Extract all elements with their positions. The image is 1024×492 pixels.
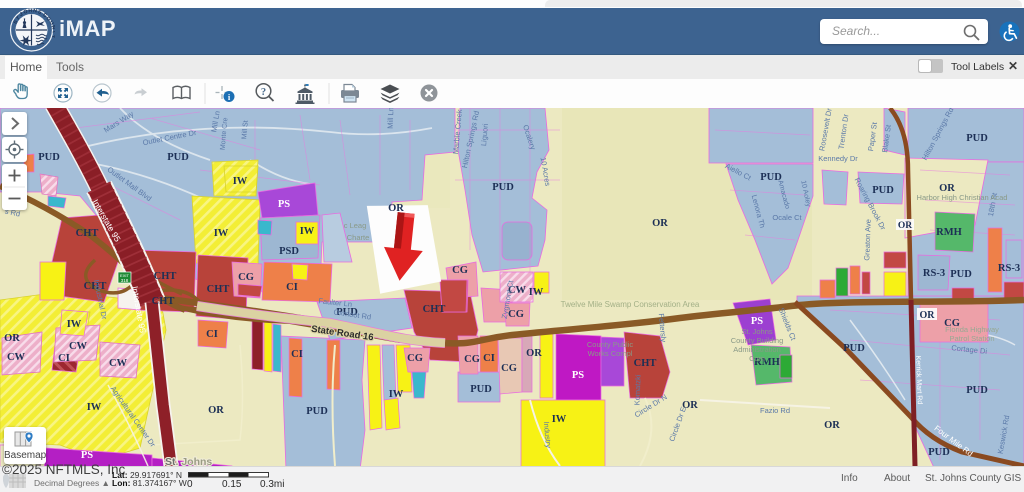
svg-text:CHT: CHT bbox=[76, 228, 99, 239]
svg-text:County Building: County Building bbox=[731, 336, 784, 345]
svg-text:IW: IW bbox=[552, 414, 567, 425]
svg-text:RMH: RMH bbox=[936, 227, 962, 238]
svg-text:CI: CI bbox=[206, 329, 218, 340]
svg-text:CW: CW bbox=[69, 341, 88, 352]
svg-text:PUD: PUD bbox=[872, 185, 894, 196]
svg-text:CG: CG bbox=[501, 363, 517, 374]
svg-text:Works Compl: Works Compl bbox=[588, 349, 633, 358]
svg-text:Twelve Mile Swamp Conservation: Twelve Mile Swamp Conservation Area bbox=[561, 300, 700, 309]
svg-text:IW: IW bbox=[67, 319, 82, 330]
svg-text:IW: IW bbox=[300, 226, 315, 237]
svg-text:RS-3: RS-3 bbox=[998, 263, 1020, 274]
svg-text:PUD: PUD bbox=[950, 269, 972, 280]
svg-text:CG: CG bbox=[238, 272, 254, 283]
svg-text:PUD: PUD bbox=[492, 182, 514, 193]
svg-text:PUD: PUD bbox=[306, 406, 328, 417]
svg-text:PUD: PUD bbox=[167, 152, 189, 163]
svg-text:PUD: PUD bbox=[470, 384, 492, 395]
svg-text:CI: CI bbox=[58, 353, 70, 364]
svg-text:Ocale Ct: Ocale Ct bbox=[772, 213, 802, 222]
svg-text:Fazio Rd: Fazio Rd bbox=[760, 406, 790, 415]
svg-text:PS: PS bbox=[81, 450, 93, 461]
svg-text:OR: OR bbox=[920, 310, 936, 321]
svg-text:CG: CG bbox=[407, 353, 423, 364]
svg-text:IW: IW bbox=[87, 402, 102, 413]
svg-text:S: S bbox=[37, 9, 43, 16]
svg-text:CG: CG bbox=[452, 265, 468, 276]
svg-text:CG: CG bbox=[464, 354, 480, 365]
svg-text:CHT: CHT bbox=[207, 284, 230, 295]
svg-text:St. Johns: St. Johns bbox=[165, 456, 212, 466]
svg-text:CW: CW bbox=[7, 352, 26, 363]
svg-text:PSD: PSD bbox=[279, 246, 299, 257]
svg-text:IW: IW bbox=[233, 176, 248, 187]
svg-text:PUD: PUD bbox=[843, 343, 865, 354]
svg-text:CI: CI bbox=[286, 282, 298, 293]
svg-text:PS: PS bbox=[572, 370, 584, 381]
svg-text:CG: CG bbox=[508, 309, 524, 320]
svg-text:OR: OR bbox=[388, 203, 404, 214]
svg-text:RS-3: RS-3 bbox=[923, 268, 945, 279]
svg-text:c Leag: c Leag bbox=[344, 221, 367, 230]
svg-text:Mill Ln: Mill Ln bbox=[386, 108, 396, 129]
svg-text:PUD: PUD bbox=[38, 152, 60, 163]
svg-text:PUD: PUD bbox=[966, 385, 988, 396]
svg-text:PUD: PUD bbox=[966, 133, 988, 144]
svg-text:PUD: PUD bbox=[928, 447, 950, 458]
svg-text:318: 318 bbox=[121, 278, 129, 283]
svg-text:Charte: Charte bbox=[347, 233, 370, 242]
svg-text:CHT: CHT bbox=[423, 304, 446, 315]
svg-text:CHT: CHT bbox=[154, 271, 177, 282]
svg-text:?: ? bbox=[261, 87, 266, 98]
svg-text:IW: IW bbox=[389, 389, 404, 400]
svg-text:Patrol Station: Patrol Station bbox=[949, 334, 994, 343]
svg-text:Greaton Ave: Greaton Ave bbox=[862, 219, 872, 261]
svg-text:Administration: Administration bbox=[733, 345, 781, 354]
svg-text:Komatzki: Komatzki bbox=[632, 374, 642, 405]
svg-text:CI: CI bbox=[483, 353, 495, 364]
svg-text:OR: OR bbox=[652, 218, 668, 229]
svg-text:Com: Com bbox=[749, 354, 765, 363]
svg-text:Kennedy Dr: Kennedy Dr bbox=[818, 154, 858, 163]
svg-text:PS: PS bbox=[751, 316, 763, 327]
svg-text:OR: OR bbox=[898, 221, 912, 231]
svg-text:CI: CI bbox=[291, 349, 303, 360]
svg-text:Y: Y bbox=[50, 35, 55, 39]
svg-text:OR: OR bbox=[824, 420, 840, 431]
svg-text:PS: PS bbox=[278, 199, 290, 210]
svg-text:IW: IW bbox=[214, 228, 229, 239]
svg-text:CHT: CHT bbox=[634, 358, 657, 369]
svg-text:OR: OR bbox=[526, 348, 542, 359]
svg-text:CHT: CHT bbox=[152, 296, 175, 307]
svg-text:St. Johns: St. Johns bbox=[741, 327, 773, 336]
svg-text:IW: IW bbox=[529, 287, 544, 298]
svg-text:Florida Highway: Florida Highway bbox=[945, 325, 999, 334]
svg-text:CW: CW bbox=[109, 358, 128, 369]
svg-text:OR: OR bbox=[208, 405, 224, 416]
svg-text:OR: OR bbox=[4, 333, 20, 344]
svg-text:Harbor High Christian Acad: Harbor High Christian Acad bbox=[917, 193, 1008, 202]
svg-text:County Public: County Public bbox=[587, 340, 634, 349]
